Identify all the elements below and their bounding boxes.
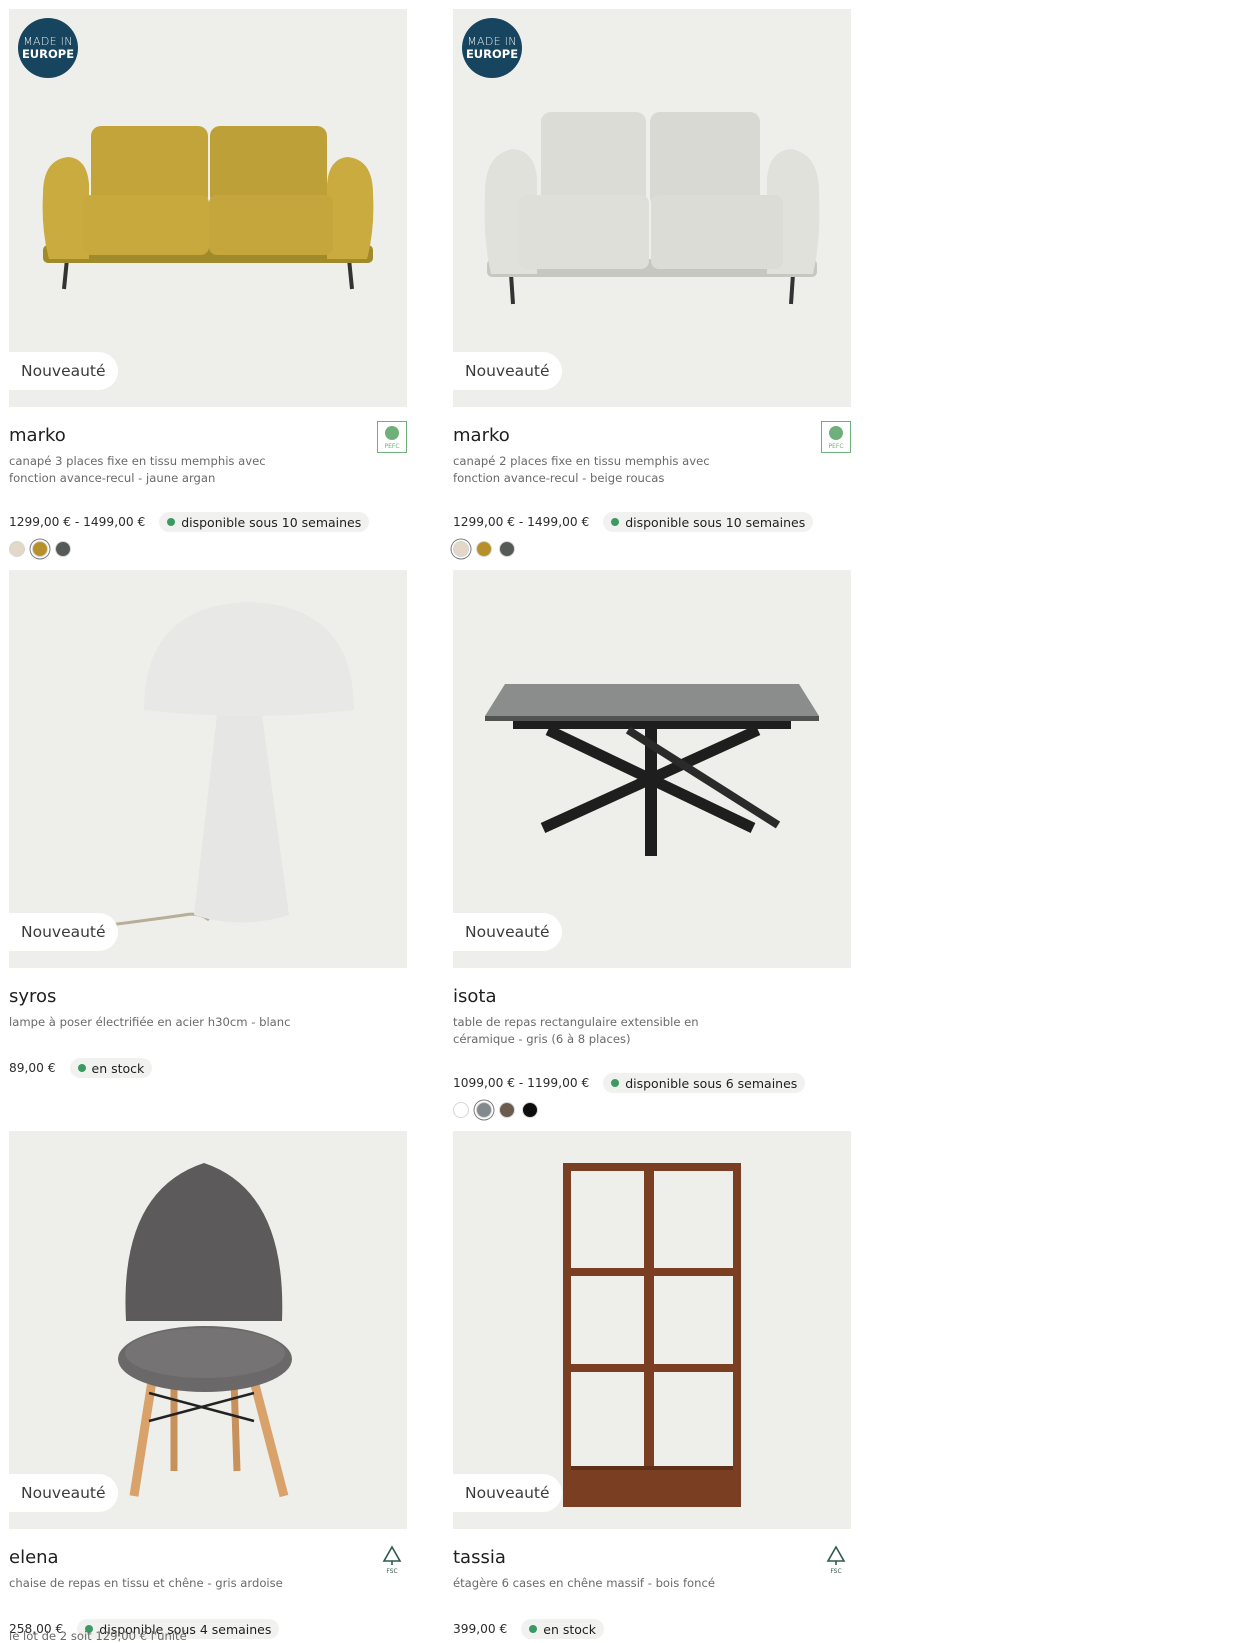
color-swatch-selected[interactable]: [453, 541, 469, 557]
price-row: 1299,00 € - 1499,00 € disponible sous 10…: [453, 512, 814, 532]
price: 1299,00 € - 1499,00 €: [453, 515, 590, 529]
product-card[interactable]: MADE IN EUROPE Nouveauté marko PEFC cana…: [9, 9, 407, 557]
color-swatch[interactable]: [9, 541, 25, 557]
svg-text:PEFC: PEFC: [384, 443, 399, 450]
color-swatch-selected[interactable]: [32, 541, 48, 557]
status-dot-icon: [167, 518, 176, 526]
made-in-europe-badge: MADE IN EUROPE: [462, 18, 522, 78]
new-badge: Nouveauté: [9, 913, 118, 951]
product-image[interactable]: Nouveauté: [9, 1131, 407, 1529]
product-name[interactable]: marko: [9, 425, 66, 446]
product-description: table de repas rectangulaire extensible …: [453, 1015, 699, 1046]
new-badge: Nouveauté: [453, 913, 562, 951]
color-swatch[interactable]: [499, 1102, 515, 1118]
availability-badge: en stock: [521, 1619, 605, 1639]
product-card[interactable]: MADE IN EUROPE Nouveauté marko PEFC cana…: [453, 9, 851, 557]
color-swatch[interactable]: [499, 541, 515, 557]
pefc-icon: PEFC: [821, 421, 851, 453]
shelf-image: [563, 1163, 741, 1507]
availability-badge: en stock: [69, 1058, 153, 1078]
price-row: 1099,00 € - 1199,00 € disponible sous 6 …: [453, 1073, 806, 1093]
product-name[interactable]: marko: [453, 425, 510, 446]
product-image[interactable]: Nouveauté: [9, 570, 407, 968]
product-name[interactable]: syros: [9, 986, 56, 1007]
new-badge: Nouveauté: [453, 352, 562, 390]
product-image[interactable]: MADE IN EUROPE Nouveauté: [9, 9, 407, 407]
fsc-tree-icon: FSC: [382, 1545, 402, 1575]
svg-text:FSC: FSC: [386, 1568, 397, 1575]
product-image[interactable]: Nouveauté: [453, 1131, 851, 1529]
product-image[interactable]: MADE IN EUROPE Nouveauté: [453, 9, 851, 407]
color-swatches: [453, 541, 522, 557]
price: 1099,00 € - 1199,00 €: [453, 1076, 590, 1090]
product-description: étagère 6 cases en chêne massif - bois f…: [453, 1576, 715, 1590]
color-swatch[interactable]: [453, 1102, 469, 1118]
product-card[interactable]: Nouveauté isota table de repas rectangul…: [453, 570, 851, 1118]
product-description: chaise de repas en tissu et chêne - gris…: [9, 1576, 283, 1590]
price: 399,00 €: [453, 1622, 508, 1636]
table-image: [485, 684, 819, 856]
product-card[interactable]: Nouveauté tassia FSC étagère 6 cases en …: [453, 1131, 851, 1639]
availability-badge: disponible sous 10 semaines: [603, 512, 814, 532]
product-name[interactable]: tassia: [453, 1547, 506, 1568]
svg-text:FSC: FSC: [830, 1568, 841, 1575]
price: 1299,00 € - 1499,00 €: [9, 515, 146, 529]
chair-image: [118, 1163, 292, 1498]
new-badge: Nouveauté: [453, 1474, 562, 1512]
product-description: lampe à poser électrifiée en acier h30cm…: [9, 1015, 291, 1029]
svg-text:PEFC: PEFC: [828, 443, 843, 450]
made-in-europe-badge: MADE IN EUROPE: [18, 18, 78, 78]
color-swatch[interactable]: [522, 1102, 538, 1118]
price: 89,00 €: [9, 1061, 56, 1075]
status-dot-icon: [529, 1625, 538, 1633]
status-dot-icon: [77, 1064, 86, 1072]
price-row: 89,00 € en stock: [9, 1058, 153, 1078]
product-name[interactable]: elena: [9, 1547, 59, 1568]
color-swatches: [453, 1102, 545, 1118]
fsc-tree-icon: FSC: [826, 1545, 846, 1575]
color-swatch[interactable]: [476, 541, 492, 557]
color-swatch-selected[interactable]: [476, 1102, 492, 1118]
unit-price-note: le lot de 2 soit 129,00 € l'unité: [9, 1629, 187, 1643]
availability-badge: disponible sous 10 semaines: [159, 512, 370, 532]
new-badge: Nouveauté: [9, 352, 118, 390]
product-name[interactable]: isota: [453, 986, 496, 1007]
pefc-icon: PEFC: [377, 421, 407, 453]
availability-badge: disponible sous 6 semaines: [603, 1073, 806, 1093]
product-image[interactable]: Nouveauté: [453, 570, 851, 968]
product-description: canapé 3 places fixe en tissu memphis av…: [9, 454, 266, 485]
price-row: 399,00 € en stock: [453, 1619, 605, 1639]
color-swatches: [9, 541, 78, 557]
lamp-image: [108, 602, 354, 927]
product-description: canapé 2 places fixe en tissu memphis av…: [453, 454, 710, 485]
new-badge: Nouveauté: [9, 1474, 118, 1512]
status-dot-icon: [611, 518, 620, 526]
color-swatch[interactable]: [55, 541, 71, 557]
product-card[interactable]: Nouveauté syros lampe à poser électrifié…: [9, 570, 407, 1078]
status-dot-icon: [611, 1079, 620, 1087]
price-row: 1299,00 € - 1499,00 € disponible sous 10…: [9, 512, 370, 532]
product-card[interactable]: Nouveauté elena FSC chaise de repas en t…: [9, 1131, 407, 1643]
